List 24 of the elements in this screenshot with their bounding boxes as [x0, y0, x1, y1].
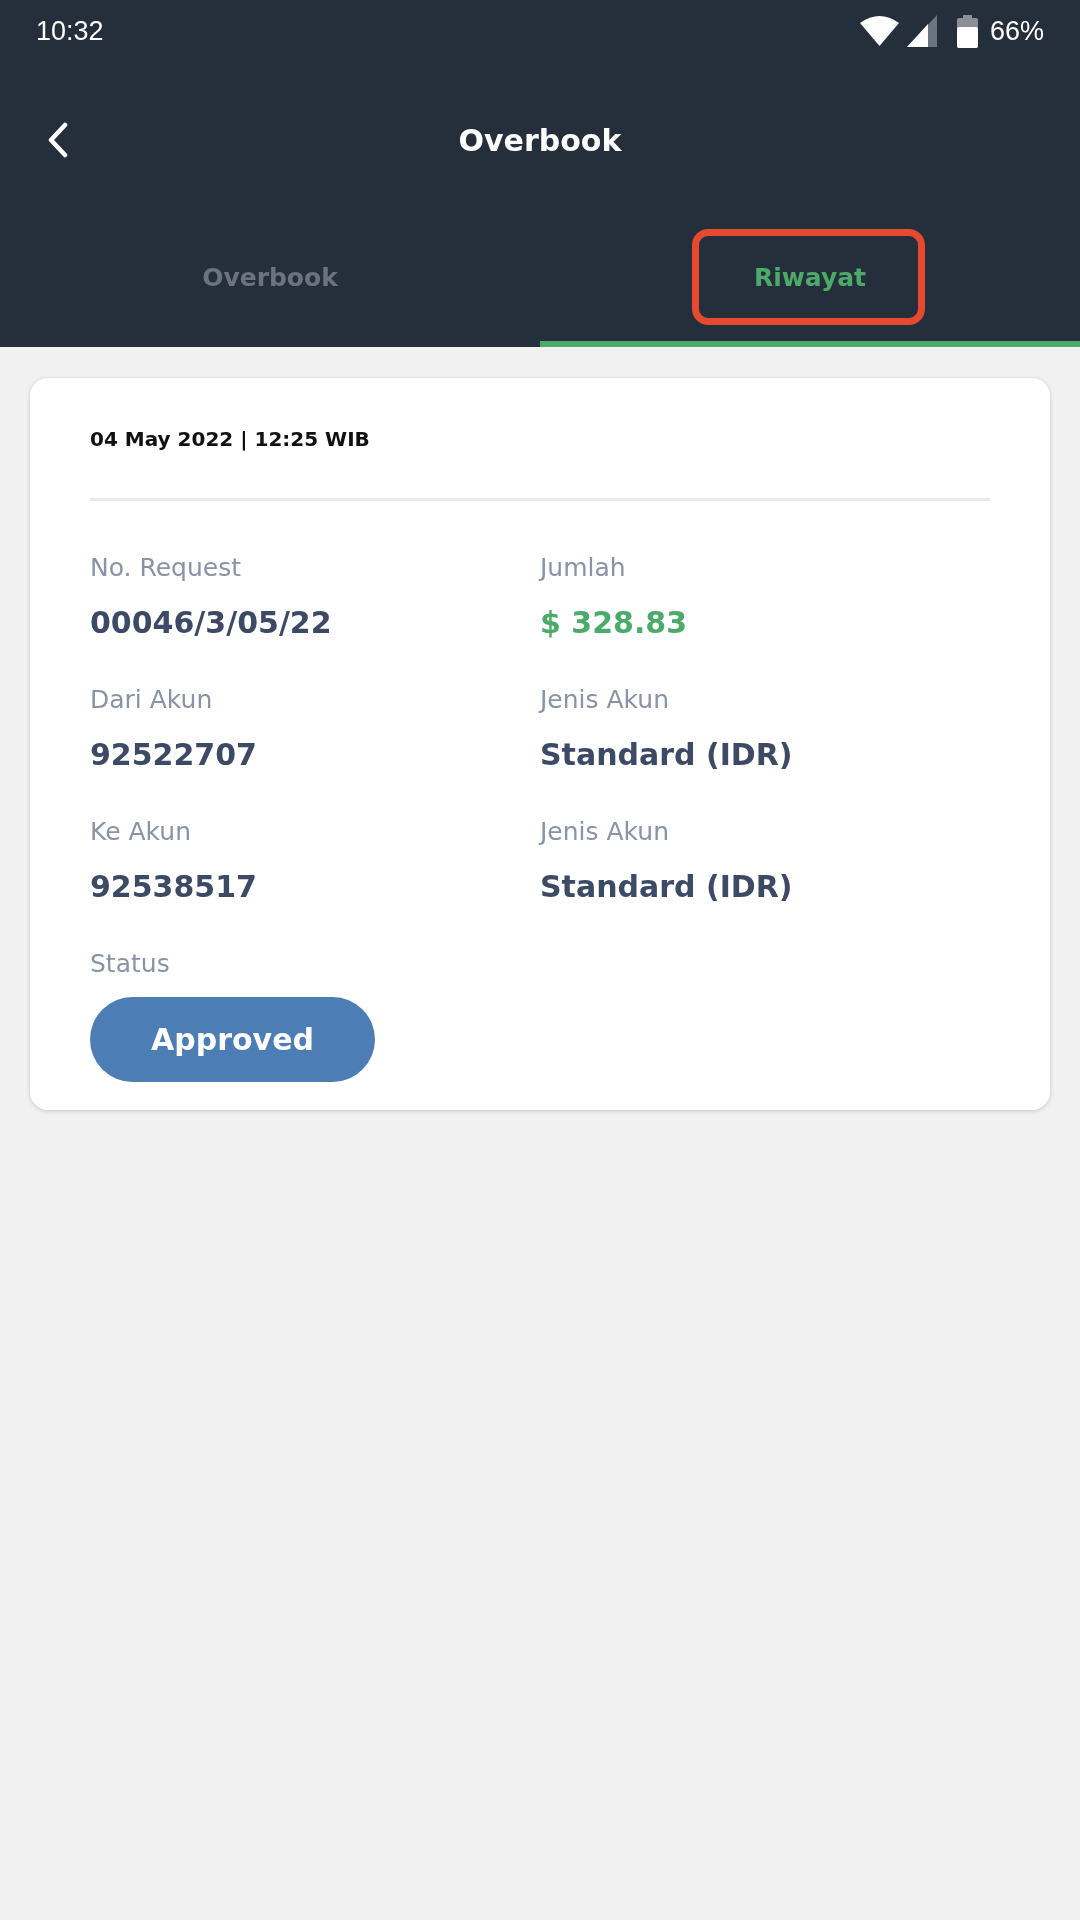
field-label: No. Request — [90, 552, 242, 584]
field-label: Jenis Akun — [540, 816, 671, 848]
field-label: Jenis Akun — [540, 684, 671, 716]
amount-value: $ 328.83 — [540, 604, 689, 642]
field-label: Jumlah — [540, 552, 627, 584]
header-title: Overbook — [457, 122, 623, 158]
tab[interactable]: Overbook — [0, 218, 540, 347]
back-icon — [48, 122, 68, 158]
transaction-datetime: 04 May 2022 | 12:25 WIB — [90, 426, 371, 453]
tab[interactable]: Riwayat — [540, 218, 1080, 347]
field-value: Standard (IDR) — [540, 736, 794, 774]
status-badge: Approved — [90, 997, 375, 1082]
wifi-icon — [859, 16, 899, 46]
field-label: Ke Akun — [90, 816, 192, 848]
signal-icon — [906, 15, 937, 47]
field-value: 92538517 — [90, 868, 258, 906]
status-time: 10:32 — [36, 15, 104, 47]
field-label: Dari Akun — [90, 684, 214, 716]
field-value: 00046/3/05/22 — [90, 604, 333, 642]
battery-percent: 66% — [989, 15, 1044, 47]
battery-icon — [956, 14, 978, 48]
field-value: Standard (IDR) — [540, 868, 794, 906]
field-value: 92522707 — [90, 736, 258, 774]
status-label: Status — [90, 948, 171, 980]
